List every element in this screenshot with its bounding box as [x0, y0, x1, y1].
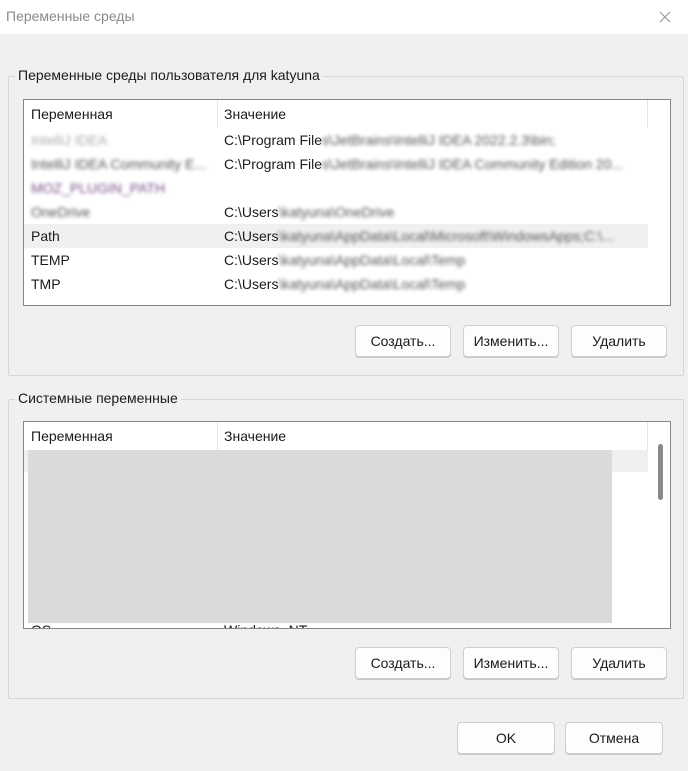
user-create-button[interactable]: Создать...: [355, 325, 451, 357]
system-variables-list[interactable]: Переменная Значение OS Windows_NT: [23, 421, 671, 629]
user-delete-button[interactable]: Удалить: [571, 325, 667, 357]
list-item[interactable]: IntelliJ IDEA C:\Program Files\JetBrains…: [24, 128, 648, 152]
scrollbar-thumb[interactable]: [658, 444, 663, 500]
variable-value: C:\Users\katyuna\AppData\Local\Temp: [224, 276, 466, 292]
column-divider[interactable]: [217, 422, 218, 450]
variable-name: IntelliJ IDEA: [31, 132, 108, 148]
title-bar: Переменные среды: [0, 0, 688, 34]
system-edit-button[interactable]: Изменить...: [463, 647, 559, 679]
column-divider: [647, 422, 648, 450]
variable-name: TMP: [31, 276, 61, 292]
variable-value: C:\Users\katyuna\AppData\Local\Temp: [224, 252, 466, 268]
column-header-value[interactable]: Значение: [224, 106, 286, 122]
close-icon: [659, 11, 671, 23]
close-button[interactable]: [642, 0, 688, 34]
user-variables-label: Переменные среды пользователя для katyun…: [15, 67, 323, 83]
cancel-button[interactable]: Отмена: [565, 722, 663, 754]
column-divider: [647, 100, 648, 128]
variable-value: C:\Program Files\JetBrains\IntelliJ IDEA…: [224, 156, 624, 172]
user-variables-list[interactable]: Переменная Значение IntelliJ IDEA C:\Pro…: [23, 99, 671, 306]
column-divider[interactable]: [217, 100, 218, 128]
variable-value: C:\Users\katyuna\AppData\Local\Microsoft…: [224, 228, 614, 244]
variable-name: TEMP: [31, 252, 70, 268]
variable-name: MOZ_PLUGIN_PATH: [31, 180, 166, 196]
user-variables-group: Переменные среды пользователя для katyun…: [8, 67, 684, 376]
list-item[interactable]: TMP C:\Users\katyuna\AppData\Local\Temp: [24, 272, 648, 296]
variable-name: Path: [31, 228, 60, 244]
column-header-variable[interactable]: Переменная: [31, 428, 113, 444]
ok-button[interactable]: OK: [457, 722, 555, 754]
column-header-variable[interactable]: Переменная: [31, 106, 113, 122]
list-header: Переменная Значение: [24, 422, 670, 450]
system-delete-button[interactable]: Удалить: [571, 647, 667, 679]
redacted-area: [28, 450, 612, 623]
list-item[interactable]: MOZ_PLUGIN_PATH: [24, 176, 648, 200]
vertical-scrollbar[interactable]: [650, 422, 670, 628]
variable-name: OneDrive: [31, 204, 91, 220]
system-variables-label: Системные переменные: [15, 390, 181, 406]
variable-name: IntelliJ IDEA Community E...: [31, 156, 207, 172]
column-header-value[interactable]: Значение: [224, 428, 286, 444]
user-edit-button[interactable]: Изменить...: [463, 325, 559, 357]
window-title: Переменные среды: [6, 8, 135, 24]
list-item[interactable]: TEMP C:\Users\katyuna\AppData\Local\Temp: [24, 248, 648, 272]
variable-value: C:\Users\katyuna\OneDrive: [224, 204, 395, 220]
variable-value: C:\Program Files\JetBrains\IntelliJ IDEA…: [224, 132, 556, 148]
list-item[interactable]: OneDrive C:\Users\katyuna\OneDrive: [24, 200, 648, 224]
system-variables-group: Системные переменные Переменная Значение…: [8, 390, 684, 699]
list-item-selected[interactable]: Path C:\Users\katyuna\AppData\Local\Micr…: [24, 224, 648, 248]
list-header: Переменная Значение: [24, 100, 670, 128]
list-item[interactable]: IntelliJ IDEA Community E... C:\Program …: [24, 152, 648, 176]
system-create-button[interactable]: Создать...: [355, 647, 451, 679]
